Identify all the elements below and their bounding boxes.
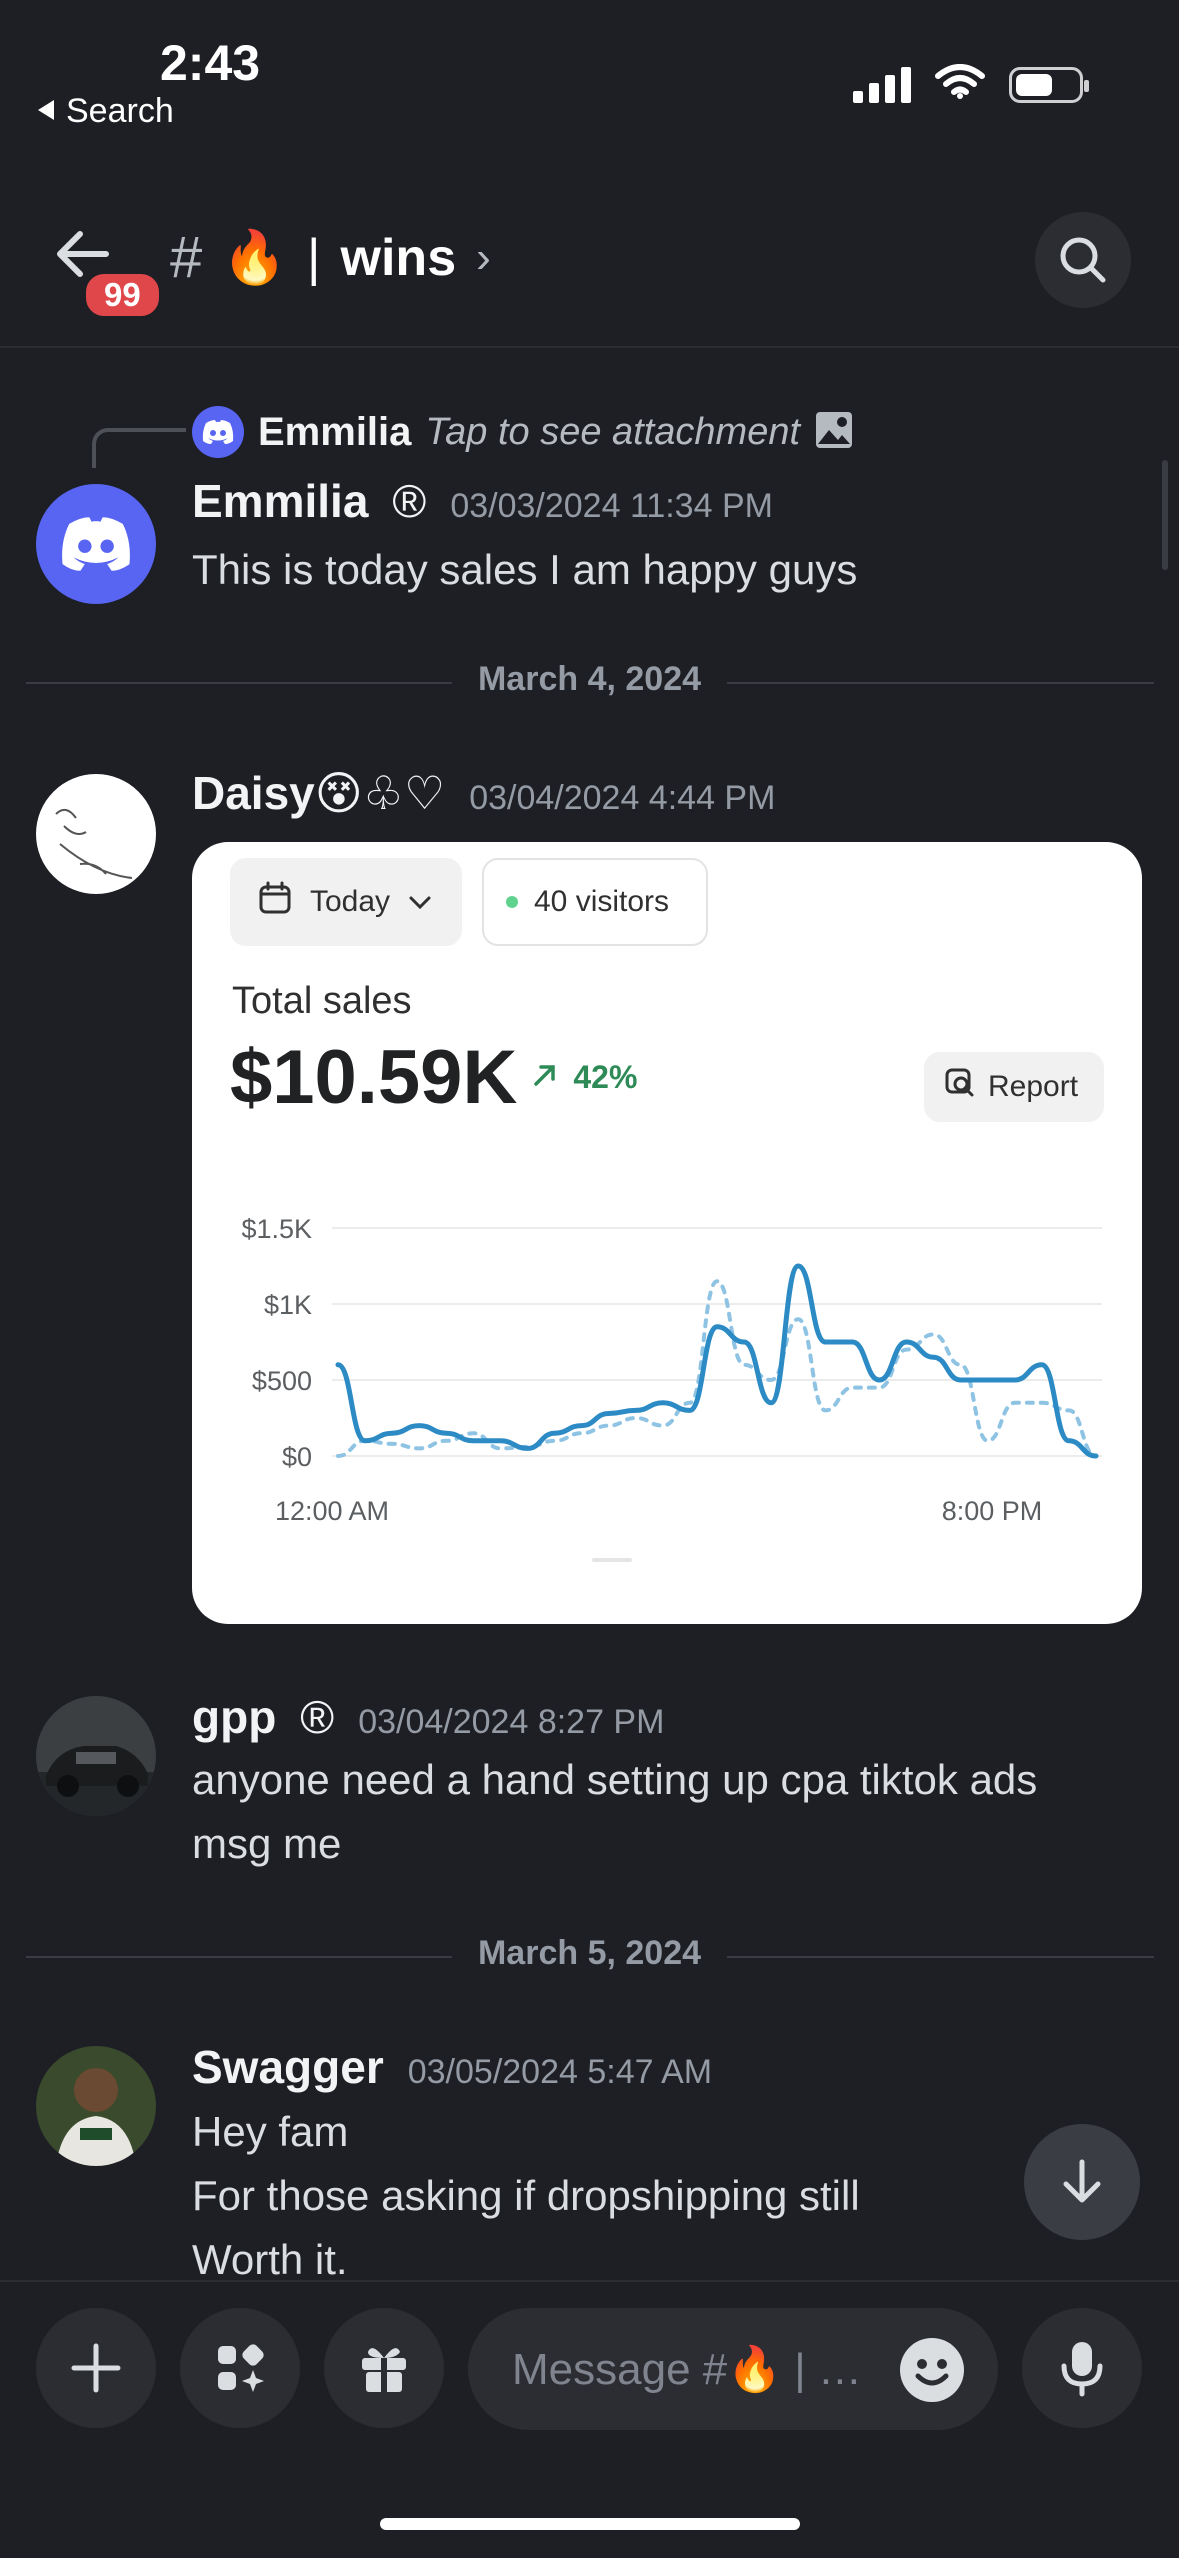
reply-text: Tap to see attachment [425, 410, 801, 453]
report-label: Report [988, 1070, 1079, 1103]
arrow-down-icon [1063, 2159, 1101, 2203]
image-attachment[interactable]: Today 40 visitors Total sales $10.59K 42… [192, 842, 1142, 1624]
date-divider-wrap: March 5, 2024 [0, 1934, 1179, 1973]
calendar-icon [258, 881, 292, 923]
report-search-icon [944, 1067, 976, 1107]
add-attachment-button[interactable] [36, 2308, 156, 2428]
hash-icon: # [170, 225, 203, 290]
timestamp: 03/05/2024 5:47 AM [407, 2053, 713, 2091]
x-tick-label: 12:00 AM [275, 1496, 389, 1526]
back-search-label: Search [66, 92, 174, 130]
registered-icon: ® [300, 1691, 335, 1743]
emoji-button[interactable] [900, 2338, 964, 2402]
smiley-icon [915, 2359, 949, 2386]
jump-to-bottom-button[interactable] [1024, 2124, 1140, 2240]
date-filter-dropdown: Today [230, 858, 462, 946]
wifi-icon [935, 64, 985, 105]
y-tick-label: $500 [252, 1366, 312, 1396]
gift-button[interactable] [324, 2308, 444, 2428]
gift-icon [362, 2348, 406, 2392]
message-header: Emmilia ® 03/03/2024 11:34 PM [192, 474, 773, 528]
discord-logo-icon [192, 406, 244, 458]
avatar[interactable] [36, 484, 156, 604]
total-sales-value: $10.59K [230, 1035, 518, 1120]
timestamp: 03/04/2024 4:44 PM [469, 779, 776, 817]
username[interactable]: Swagger [192, 2040, 384, 2094]
y-tick-label: $1K [264, 1290, 312, 1320]
username[interactable]: Emmilia [192, 474, 368, 528]
apps-sparkle-icon [218, 2344, 264, 2392]
channel-name: wins [340, 228, 457, 287]
image-icon [814, 410, 854, 455]
reply-username: Emmilia [258, 409, 412, 454]
message-text-line: msg me [192, 1820, 342, 1867]
comparison-series-line [336, 1279, 1098, 1458]
voice-message-button[interactable] [1022, 2308, 1142, 2428]
battery-icon [1009, 66, 1089, 103]
home-indicator [380, 2518, 800, 2530]
total-sales-row: $10.59K 42% [230, 1034, 637, 1121]
message-text-line: For those asking if dropshipping still [192, 2172, 860, 2219]
trend-up-icon [531, 1061, 559, 1094]
channel-header[interactable]: # 🔥 | wins › [170, 224, 491, 291]
date-divider-label: March 4, 2024 [451, 660, 728, 698]
username[interactable]: gpp [192, 1690, 276, 1744]
message-text: Hey fam For those asking if dropshipping… [192, 2100, 860, 2292]
report-button: Report [924, 1052, 1104, 1122]
reply-connector [92, 428, 186, 468]
date-divider-wrap: March 4, 2024 [0, 660, 1179, 699]
visitors-label: 40 visitors [534, 885, 670, 918]
message-header: gpp ® 03/04/2024 8:27 PM [192, 1690, 664, 1744]
avatar[interactable] [36, 1696, 156, 1816]
message-text: This is today sales I am happy guys [192, 546, 858, 593]
search-icon [1060, 237, 1106, 283]
channel-emoji: 🔥 [222, 229, 288, 287]
message-text: anyone need a hand setting up cpa tiktok… [192, 1748, 1037, 1876]
chevron-down-icon [408, 885, 432, 919]
visitors-pill: 40 visitors [482, 858, 708, 946]
reply-preview[interactable]: Emmilia Tap to see attachment [192, 406, 854, 458]
discord-logo-icon [62, 517, 130, 571]
search-button[interactable] [1035, 212, 1131, 308]
message-input-placeholder: Message #🔥 | … [512, 2345, 862, 2394]
sales-line-chart: $1.5K $1K $500 $0 12:00 AM 8:00 PM [241, 1214, 1102, 1526]
sales-series-line [335, 1263, 1099, 1459]
apps-button[interactable] [180, 2308, 300, 2428]
back-to-search-link[interactable]: Search [36, 92, 174, 131]
back-triangle-icon [36, 92, 56, 131]
cellular-signal-icon [853, 66, 911, 103]
avatar[interactable] [36, 774, 156, 894]
status-time: 2:43 [160, 35, 261, 91]
message-text-line: anyone need a hand setting up cpa tiktok… [192, 1756, 1038, 1803]
plus-icon [71, 2343, 121, 2393]
car-avatar-image [36, 1696, 156, 1816]
y-tick-label: $1.5K [241, 1214, 312, 1244]
date-filter-label: Today [310, 885, 391, 918]
message-header: Daisy😵♧♡ 03/04/2024 4:44 PM [192, 766, 775, 820]
unread-count-badge: 99 [82, 270, 163, 320]
live-dot-icon [506, 896, 518, 908]
sketch-avatar-image [55, 808, 133, 879]
avatar[interactable] [36, 2046, 156, 2166]
chevron-right-icon: › [476, 232, 491, 282]
microphone-icon [1061, 2342, 1103, 2397]
status-icons [853, 64, 1089, 105]
message-text-line: Hey fam [192, 2108, 349, 2155]
x-tick-label: 8:00 PM [942, 1496, 1043, 1526]
total-sales-label: Total sales [232, 980, 412, 1022]
header-divider [0, 346, 1179, 348]
timestamp: 03/03/2024 11:34 PM [450, 487, 773, 525]
scrollbar[interactable] [1162, 460, 1168, 570]
username[interactable]: Daisy😵♧♡ [192, 766, 445, 820]
sales-change: 42% [573, 1059, 638, 1095]
player-avatar-image [36, 2046, 156, 2166]
attachment-decor-line [592, 1558, 632, 1562]
message-header: Swagger 03/05/2024 5:47 AM [192, 2040, 712, 2094]
y-tick-label: $0 [282, 1442, 312, 1472]
timestamp: 03/04/2024 8:27 PM [358, 1703, 665, 1741]
channel-separator: | [307, 228, 321, 287]
date-divider-label: March 5, 2024 [451, 1934, 728, 1972]
registered-icon: ® [392, 475, 427, 527]
